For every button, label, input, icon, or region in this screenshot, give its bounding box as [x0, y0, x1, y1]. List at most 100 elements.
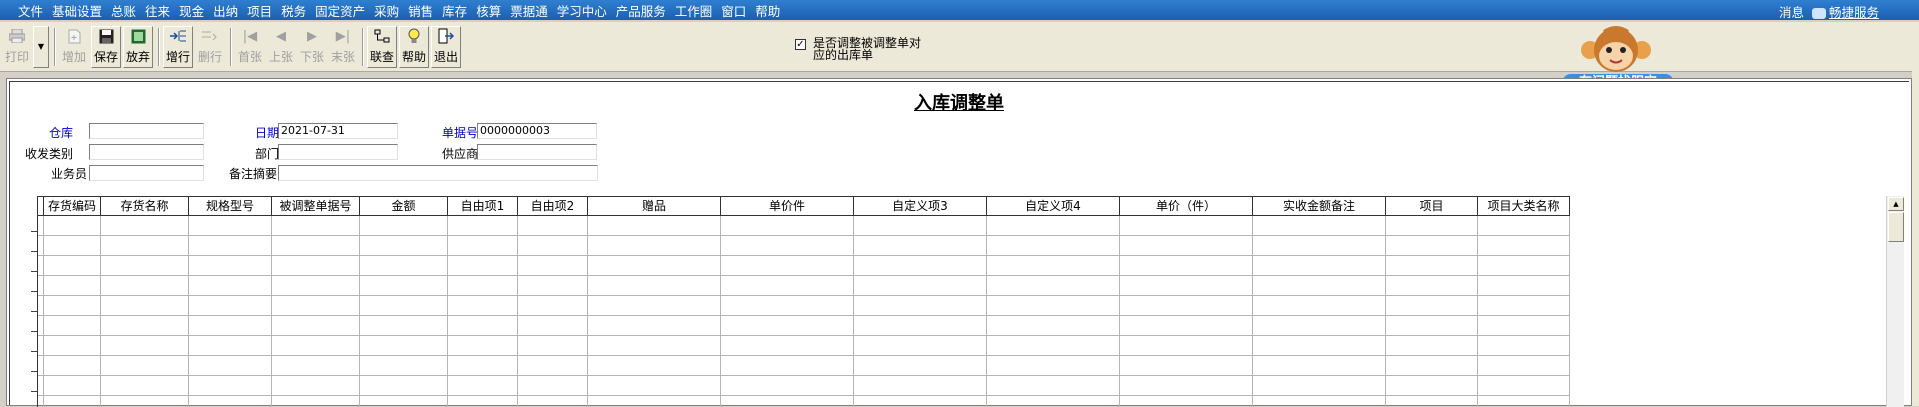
table-cell[interactable] [1386, 276, 1478, 295]
table-cell[interactable] [588, 256, 721, 275]
table-cell[interactable] [1478, 336, 1570, 355]
table-cell[interactable] [360, 336, 448, 355]
table-cell[interactable] [518, 296, 588, 315]
table-cell[interactable] [1478, 276, 1570, 295]
table-cell[interactable] [360, 376, 448, 395]
table-cell[interactable] [721, 216, 854, 235]
table-cell[interactable] [987, 296, 1120, 315]
table-row[interactable] [38, 376, 1570, 396]
menu-accounting[interactable]: 核算 [476, 1, 501, 20]
print-dropdown-button[interactable]: ▼ [33, 26, 49, 68]
table-cell[interactable] [360, 256, 448, 275]
table-cell[interactable] [1120, 356, 1253, 375]
table-cell[interactable] [518, 256, 588, 275]
col-unit-price-piece[interactable]: 单价件 [721, 197, 854, 215]
table-cell[interactable] [1253, 236, 1386, 255]
table-cell[interactable] [448, 216, 518, 235]
table-cell[interactable] [448, 376, 518, 395]
table-cell[interactable] [44, 356, 101, 375]
table-cell[interactable] [1478, 376, 1570, 395]
table-cell[interactable] [1120, 336, 1253, 355]
table-cell[interactable] [1386, 356, 1478, 375]
table-cell[interactable] [448, 236, 518, 255]
table-cell[interactable] [101, 236, 189, 255]
table-cell[interactable] [1478, 216, 1570, 235]
table-cell[interactable] [987, 396, 1120, 407]
table-cell[interactable] [854, 356, 987, 375]
table-cell[interactable] [272, 396, 360, 407]
table-cell[interactable] [189, 316, 272, 335]
menu-general-ledger[interactable]: 总账 [111, 1, 136, 20]
table-cell[interactable] [588, 376, 721, 395]
table-cell[interactable] [518, 236, 588, 255]
table-cell[interactable] [360, 316, 448, 335]
save-button[interactable]: 保存 [91, 26, 121, 68]
table-cell[interactable] [189, 296, 272, 315]
date-input[interactable]: 2021-07-31 [278, 123, 398, 139]
col-custom-3[interactable]: 自定义项3 [854, 197, 987, 215]
table-cell[interactable] [854, 316, 987, 335]
table-cell[interactable] [588, 316, 721, 335]
table-cell[interactable] [721, 316, 854, 335]
table-cell[interactable] [1120, 256, 1253, 275]
col-spec[interactable]: 规格型号 [189, 197, 272, 215]
menu-file[interactable]: 文件 [18, 1, 43, 20]
warehouse-input[interactable] [89, 123, 204, 139]
table-cell[interactable] [721, 396, 854, 407]
table-cell[interactable] [1120, 296, 1253, 315]
table-cell[interactable] [518, 396, 588, 407]
table-cell[interactable] [44, 236, 101, 255]
table-cell[interactable] [1478, 296, 1570, 315]
table-cell[interactable] [44, 336, 101, 355]
table-row[interactable] [38, 356, 1570, 376]
supplier-input[interactable] [477, 144, 597, 160]
exit-button[interactable]: 退出 [431, 26, 461, 68]
table-cell[interactable] [448, 396, 518, 407]
table-cell[interactable] [1253, 376, 1386, 395]
table-cell[interactable] [1386, 336, 1478, 355]
table-cell[interactable] [1253, 256, 1386, 275]
table-cell[interactable] [721, 296, 854, 315]
table-row[interactable] [38, 236, 1570, 256]
table-row[interactable] [38, 336, 1570, 356]
table-cell[interactable] [518, 316, 588, 335]
table-cell[interactable] [101, 296, 189, 315]
previous-record-button[interactable]: ◀ 上张 [266, 26, 296, 68]
table-cell[interactable] [721, 236, 854, 255]
table-row[interactable] [38, 396, 1570, 407]
table-cell[interactable] [44, 256, 101, 275]
table-cell[interactable] [588, 216, 721, 235]
table-cell[interactable] [1478, 356, 1570, 375]
menu-tax[interactable]: 税务 [281, 1, 306, 20]
table-cell[interactable] [1253, 356, 1386, 375]
table-cell[interactable] [721, 276, 854, 295]
table-cell[interactable] [44, 276, 101, 295]
table-cell[interactable] [1478, 236, 1570, 255]
table-cell[interactable] [854, 336, 987, 355]
table-cell[interactable] [987, 236, 1120, 255]
table-cell[interactable] [1386, 376, 1478, 395]
table-cell[interactable] [1253, 316, 1386, 335]
table-cell[interactable] [1386, 236, 1478, 255]
adjust-outbound-checkbox[interactable]: ✓ [795, 39, 806, 50]
table-cell[interactable] [854, 276, 987, 295]
table-cell[interactable] [101, 216, 189, 235]
menu-window[interactable]: 窗口 [721, 1, 746, 20]
col-custom-4[interactable]: 自定义项4 [987, 197, 1120, 215]
table-cell[interactable] [1253, 216, 1386, 235]
table-cell[interactable] [854, 236, 987, 255]
table-cell[interactable] [272, 316, 360, 335]
table-cell[interactable] [1478, 396, 1570, 407]
table-cell[interactable] [189, 396, 272, 407]
table-cell[interactable] [854, 396, 987, 407]
table-cell[interactable] [588, 336, 721, 355]
table-cell[interactable] [987, 276, 1120, 295]
col-project[interactable]: 项目 [1386, 197, 1478, 215]
table-cell[interactable] [189, 236, 272, 255]
col-free-item-2[interactable]: 自由项2 [518, 197, 588, 215]
menu-help[interactable]: 帮助 [755, 1, 780, 20]
table-cell[interactable] [1120, 376, 1253, 395]
table-cell[interactable] [360, 236, 448, 255]
col-item-code[interactable]: 存货编码 [44, 197, 101, 215]
menu-inventory[interactable]: 库存 [442, 1, 467, 20]
